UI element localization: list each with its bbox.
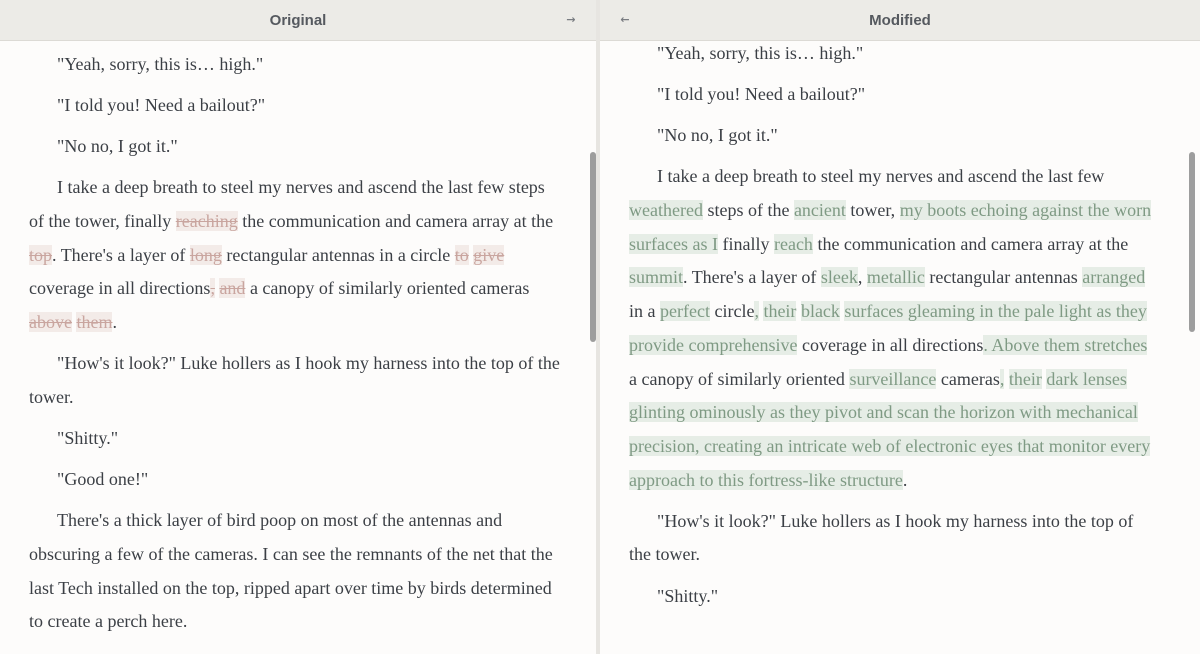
text-segment: a canopy of similarly oriented cameras [245, 278, 530, 299]
inserted-text: summit [629, 267, 684, 288]
text-segment: "Shitty." [657, 585, 719, 606]
text-segment: rectangular antennas [924, 267, 1083, 288]
inserted-text: surveillance [849, 368, 937, 389]
text-segment: "Yeah, sorry, this is… high." [657, 43, 864, 63]
text-segment: coverage in all directions [29, 278, 211, 299]
deleted-text: give [473, 244, 505, 265]
inserted-text: perfect [660, 301, 710, 322]
text-segment: I take a deep breath to steel my nerves … [657, 166, 1105, 187]
inserted-text: sleek [820, 267, 858, 288]
text-segment: There's a thick layer of bird poop on mo… [29, 510, 553, 632]
arrow-right-icon[interactable]: → [562, 10, 580, 28]
paragraph: There's a thick layer of bird poop on mo… [29, 504, 562, 639]
text-segment: . There's a layer of [52, 244, 190, 265]
original-text: "Yeah, sorry, this is… high." "I told you… [0, 48, 582, 646]
inserted-text: their [763, 301, 797, 322]
original-title: Original [269, 11, 327, 29]
inserted-text: weathered [629, 199, 703, 220]
text-segment: "Yeah, sorry, this is… high." [57, 54, 264, 74]
text-segment: circle [709, 301, 755, 322]
text-segment: "Good one!" [57, 469, 149, 490]
text-segment: , [857, 267, 867, 288]
deleted-text: to [454, 244, 469, 265]
text-segment: "How's it look?" Luke hollers as I hook … [29, 353, 560, 407]
paragraph: "No no, I got it." [629, 119, 1156, 153]
diff-viewer: Original → "Yeah, sorry, this is… high."… [0, 0, 1200, 654]
text-segment: steps of the [702, 199, 794, 220]
paragraph: "I told you! Need a bailout?" [629, 78, 1156, 112]
text-segment: a canopy of similarly oriented [629, 368, 850, 389]
text-segment: . There's a layer of [683, 267, 821, 288]
text-segment: "How's it look?" Luke hollers as I hook … [629, 510, 1134, 565]
text-segment: cameras [936, 368, 1000, 389]
text-segment: coverage in all directions [797, 334, 984, 355]
deleted-text: top [29, 244, 53, 265]
modified-text: "Yeah, sorry, this is… high." "I told you… [600, 37, 1186, 621]
paragraph: "I told you! Need a bailout?" [29, 89, 562, 123]
inserted-text: metallic [866, 267, 925, 288]
paragraph: "Shitty." [29, 422, 562, 456]
modified-header: ← Modified [600, 0, 1200, 41]
original-pane: Original → "Yeah, sorry, this is… high."… [0, 0, 596, 654]
paragraph: "Yeah, sorry, this is… high." [29, 48, 562, 82]
inserted-text: arranged [1082, 267, 1146, 288]
modified-title: Modified [869, 11, 931, 29]
paragraph: "How's it look?" Luke hollers as I hook … [629, 505, 1156, 572]
deleted-text: above [29, 312, 72, 333]
text-segment: rectangular antennas in a circle [221, 244, 455, 265]
text-segment: "Shitty." [57, 427, 119, 448]
paragraph: "Shitty." [629, 580, 1156, 614]
text-segment: . [902, 469, 908, 490]
text-segment: the communication and camera array at th… [812, 233, 1129, 254]
paragraph: I take a deep breath to steel my nerves … [629, 160, 1156, 497]
original-header: Original → [0, 0, 596, 41]
text-segment: "I told you! Need a bailout?" [57, 95, 266, 116]
text-segment: in a [629, 301, 660, 322]
paragraph: "Yeah, sorry, this is… high." [629, 37, 1156, 71]
deleted-text: and [219, 278, 246, 299]
text-segment: "No no, I got it." [657, 125, 778, 146]
modified-scrollbar[interactable] [1189, 152, 1195, 332]
inserted-text: . Above them stretches [983, 334, 1148, 355]
deleted-text: reaching [175, 210, 238, 231]
inserted-text: black [800, 301, 840, 322]
deleted-text: them [76, 312, 113, 333]
text-segment: "No no, I got it." [57, 136, 178, 157]
text-segment: tower, [845, 199, 900, 220]
inserted-text: ancient [793, 199, 846, 220]
text-segment: "I told you! Need a bailout?" [657, 84, 866, 105]
text-segment: the communication and camera array at th… [237, 210, 554, 231]
paragraph: "Good one!" [29, 463, 562, 497]
inserted-text: reach [773, 233, 813, 254]
arrow-left-icon[interactable]: ← [616, 10, 634, 28]
text-segment: . [112, 312, 117, 333]
modified-pane: ← Modified "Yeah, sorry, this is… high."… [600, 0, 1200, 654]
paragraph: "How's it look?" Luke hollers as I hook … [29, 347, 562, 414]
paragraph: "No no, I got it." [29, 130, 562, 164]
deleted-text: long [189, 244, 222, 265]
paragraph: I take a deep breath to steel my nerves … [29, 171, 562, 340]
inserted-text: their [1008, 368, 1042, 389]
text-segment: finally [717, 233, 774, 254]
